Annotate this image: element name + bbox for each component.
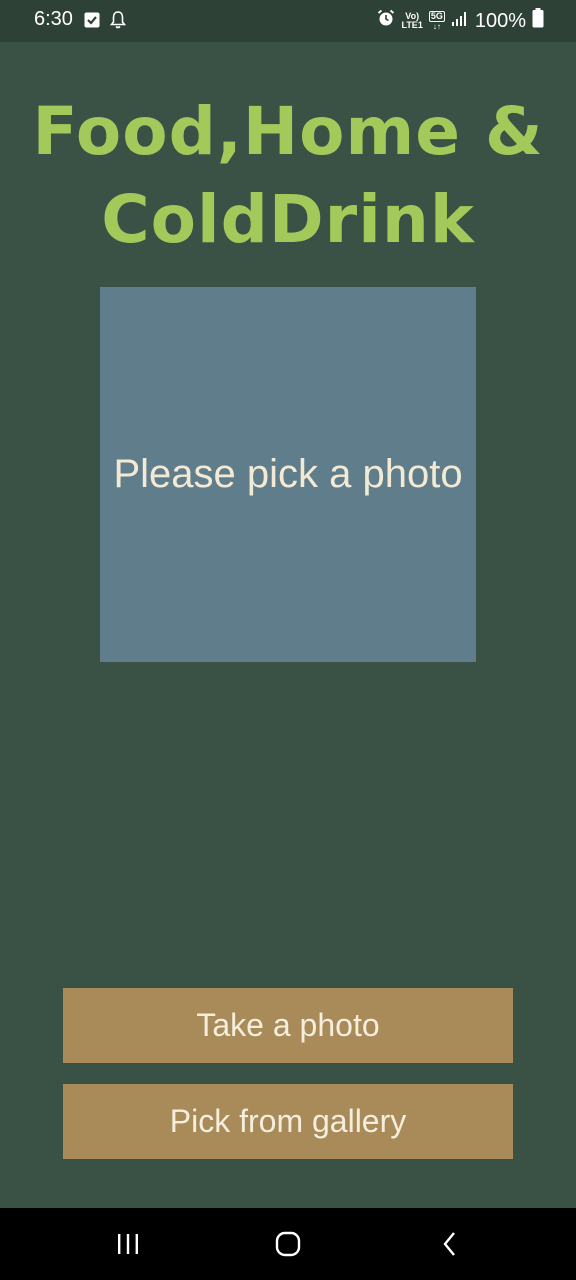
bell-icon bbox=[109, 11, 127, 34]
pick-from-gallery-button[interactable]: Pick from gallery bbox=[63, 1084, 513, 1159]
app-screen: 6:30 Vo) LTE1 5G ↓↑ 100% Food,Home & Col… bbox=[0, 0, 576, 1280]
status-system-icons: Vo) LTE1 5G ↓↑ 100% bbox=[377, 8, 544, 34]
battery-icon bbox=[532, 8, 544, 34]
app-title: Food,Home & ColdDrink bbox=[32, 93, 544, 258]
recent-apps-icon[interactable] bbox=[108, 1226, 148, 1262]
status-notification-icons bbox=[84, 11, 127, 34]
signal-icon bbox=[451, 10, 469, 33]
status-time: 6:30 bbox=[34, 8, 73, 30]
battery-percent: 100% bbox=[474, 9, 526, 32]
alarm-icon bbox=[377, 9, 395, 33]
home-icon[interactable] bbox=[268, 1226, 308, 1262]
network-type-indicator: 5G ↓↑ bbox=[428, 11, 445, 31]
back-icon[interactable] bbox=[430, 1226, 470, 1262]
take-photo-button[interactable]: Take a photo bbox=[63, 988, 513, 1063]
signal-type-label: 5G bbox=[428, 11, 445, 22]
photo-preview-area: Please pick a photo bbox=[100, 287, 476, 662]
check-square-icon bbox=[84, 12, 100, 33]
volte-indicator: Vo) LTE1 bbox=[401, 12, 422, 30]
status-bar: 6:30 Vo) LTE1 5G ↓↑ 100% bbox=[0, 0, 576, 42]
photo-placeholder-text: Please pick a photo bbox=[113, 452, 463, 496]
navigation-bar bbox=[0, 1208, 576, 1280]
network-bottom-label: LTE1 bbox=[401, 20, 423, 30]
